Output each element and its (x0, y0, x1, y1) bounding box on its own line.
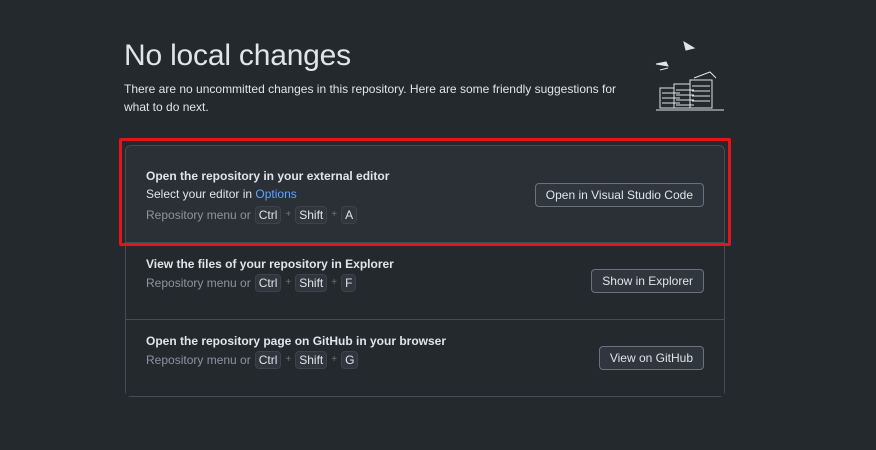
shortcut-prefix: Repository menu or (146, 276, 251, 290)
shortcut-hint: Repository menu or Ctrl + Shift + A (146, 206, 389, 224)
page-subtitle: There are no uncommitted changes in this… (124, 82, 617, 114)
shortcut-prefix: Repository menu or (146, 208, 251, 222)
key-shift: Shift (295, 351, 328, 369)
suggestion-view-github: Open the repository page on GitHub in yo… (126, 320, 724, 396)
suggestion-content: Open the repository in your external edi… (146, 168, 389, 224)
open-in-vscode-button[interactable]: Open in Visual Studio Code (534, 183, 704, 207)
suggestion-show-explorer: View the files of your repository in Exp… (126, 243, 724, 320)
show-in-explorer-button[interactable]: Show in Explorer (591, 269, 704, 293)
view-on-github-button[interactable]: View on GitHub (598, 346, 704, 370)
key-ctrl: Ctrl (254, 274, 282, 292)
page-title: No local changes (124, 39, 351, 72)
plus-separator: + (331, 209, 338, 220)
suggestion-content: Open the repository page on GitHub in yo… (146, 333, 446, 369)
shortcut-hint: Repository menu or Ctrl + Shift + G (146, 351, 446, 369)
suggestion-description: Select your editor in Options (146, 186, 389, 202)
key-ctrl: Ctrl (254, 351, 282, 369)
plus-separator: + (285, 354, 292, 365)
plus-separator: + (331, 277, 338, 288)
description-text: Select your editor in (146, 187, 256, 201)
plus-separator: + (331, 354, 338, 365)
key-ctrl: Ctrl (254, 206, 282, 224)
suggestion-title: Open the repository page on GitHub in yo… (146, 334, 447, 348)
suggestion-open-editor: Open the repository in your external edi… (126, 146, 724, 243)
suggestion-title: View the files of your repository in Exp… (146, 257, 394, 271)
suggestions-list: Open the repository in your external edi… (125, 145, 725, 397)
key-shift: Shift (295, 206, 328, 224)
key-a: A (341, 206, 358, 224)
suggestion-title: Open the repository in your external edi… (146, 169, 390, 183)
shortcut-hint: Repository menu or Ctrl + Shift + F (146, 274, 394, 292)
shortcut-prefix: Repository menu or (146, 353, 251, 367)
paper-stacks-illustration-icon (655, 40, 724, 111)
plus-separator: + (285, 277, 292, 288)
key-shift: Shift (295, 274, 328, 292)
suggestion-content: View the files of your repository in Exp… (146, 256, 394, 292)
key-f: F (341, 274, 357, 292)
plus-separator: + (285, 209, 292, 220)
key-g: G (341, 351, 359, 369)
options-link[interactable]: Options (255, 187, 296, 201)
no-changes-view: No local changes There are no uncommitte… (124, 38, 726, 397)
